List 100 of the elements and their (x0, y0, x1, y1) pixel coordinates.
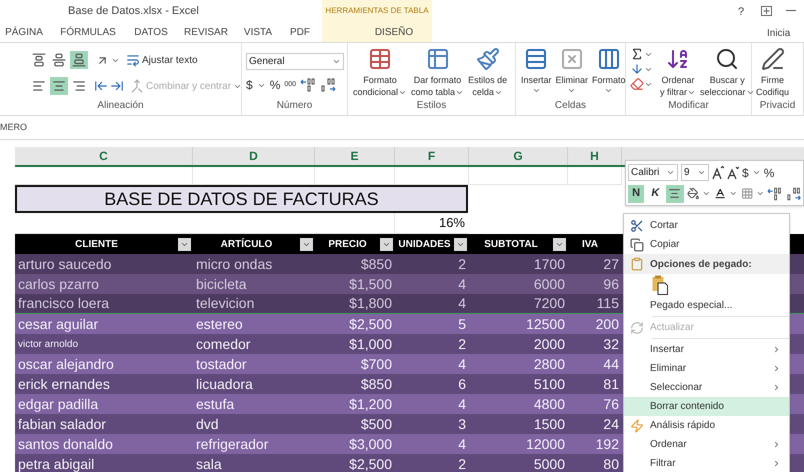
ribbon-tab[interactable]: REVISAR (177, 22, 235, 42)
table-cell-text: 4800 (534, 394, 565, 414)
ribbon-button-label[interactable]: condicional (353, 86, 398, 98)
table-cell-text: sala (196, 454, 222, 472)
center-align-button[interactable] (666, 184, 684, 202)
column-header[interactable]: C (15, 147, 193, 165)
table-icon (368, 47, 392, 71)
percent-button[interactable]: % (764, 164, 774, 182)
menu-item[interactable]: Seleccionar (624, 378, 789, 397)
ribbon-button-label[interactable]: Eliminar (556, 74, 588, 86)
ribbon-display-icon[interactable] (761, 6, 772, 16)
filter-dropdown-icon[interactable] (380, 238, 393, 250)
ribbon-button-label[interactable]: Buscar y (710, 74, 745, 86)
ribbon-button-label[interactable]: celda (472, 86, 494, 98)
ribbon-button-label[interactable]: Estilos de (468, 74, 508, 86)
increase-indent-icon[interactable] (110, 79, 124, 93)
menu-item[interactable]: Ordenar (624, 435, 789, 454)
table-cell-text: erick ernandes (18, 374, 110, 394)
column-header[interactable]: G (469, 147, 568, 165)
ribbon-button-label[interactable]: Codifiqu (756, 86, 790, 98)
column-header[interactable]: D (193, 147, 315, 165)
table-cell-text: 6000 (534, 274, 565, 294)
currency-button[interactable]: $ (742, 164, 749, 182)
ribbon-tab[interactable]: VISTA (235, 22, 281, 42)
name-box[interactable]: MERO (0, 120, 27, 134)
ribbon-tab[interactable]: PÁGINA (0, 22, 51, 42)
wrap-text-icon[interactable] (126, 53, 140, 67)
font-color-icon[interactable] (714, 187, 726, 200)
table-cell-text: 3 (458, 414, 466, 434)
fill-color-icon[interactable] (686, 187, 699, 200)
sum-icon[interactable] (630, 47, 644, 61)
grow-font-icon[interactable] (712, 166, 724, 180)
menu-item[interactable]: Copiar (624, 235, 789, 254)
currency-button[interactable]: $ (246, 76, 253, 94)
font-size-field[interactable]: 9 (681, 164, 709, 181)
ribbon-button-label[interactable]: seleccionar (700, 86, 746, 98)
table-cell-text: 1700 (534, 254, 565, 274)
column-header[interactable]: F (395, 147, 469, 165)
help-button[interactable]: ? (738, 4, 744, 20)
table-cell-text: bicicleta (196, 274, 247, 294)
table-column-header: ARTÍCULO (220, 237, 274, 252)
table-cell-text: 2 (458, 254, 466, 274)
font-name-field[interactable]: Calibri (628, 164, 678, 181)
ribbon-tab[interactable]: DISEÑO (339, 22, 449, 42)
number-format-dropdown[interactable]: General (246, 53, 344, 70)
italic-button[interactable]: K (647, 184, 664, 202)
shrink-font-icon[interactable] (727, 166, 739, 180)
filter-dropdown-icon[interactable] (300, 238, 313, 250)
vertical-align-button[interactable] (30, 51, 48, 69)
table-cell-text: petra abigail (18, 454, 94, 472)
menu-item[interactable]: Análisis rápido (624, 416, 789, 435)
fill-down-icon[interactable] (630, 62, 644, 76)
ribbon-button-label[interactable]: Dar formato (414, 74, 462, 86)
account-link[interactable]: Inicia (767, 26, 790, 41)
decrease-indent-icon[interactable] (94, 79, 108, 93)
vertical-align-button[interactable] (50, 51, 68, 69)
table-cell-text: 96 (603, 274, 619, 294)
vertical-align-button[interactable] (70, 51, 88, 69)
ribbon-button-label[interactable]: como tabla (411, 86, 456, 98)
decrease-decimal-icon[interactable] (320, 78, 336, 92)
decrease-decimal-icon[interactable] (786, 186, 801, 200)
ribbon-tab[interactable]: FÓRMULAS (51, 22, 125, 42)
sort-icon (666, 47, 690, 71)
window-title: Base de Datos.xlsx - Excel (68, 4, 199, 19)
table-cell-text: 5 (458, 314, 466, 334)
menu-item[interactable]: Borrar contenido (624, 397, 789, 416)
ribbon-button-label[interactable]: y filtrar (660, 86, 687, 98)
table-cell-text: $1,000 (349, 334, 392, 354)
ribbon-button-label[interactable]: Formato (363, 74, 397, 86)
caret-icon (697, 168, 706, 177)
ribbon-tab[interactable]: PDF (281, 22, 319, 42)
borders-icon[interactable] (740, 187, 753, 200)
horizontal-align-button[interactable] (50, 77, 68, 95)
menu-item[interactable]: Filtrar (624, 454, 789, 472)
increase-decimal-icon[interactable] (767, 186, 783, 200)
ribbon-button-label[interactable]: Firme (761, 74, 784, 86)
eraser-icon[interactable] (630, 77, 644, 91)
group-label: Estilos (416, 99, 446, 113)
wrap-text-button[interactable]: Ajustar texto (142, 51, 198, 69)
minimize-icon[interactable] (786, 10, 796, 12)
filter-dropdown-icon[interactable] (454, 238, 467, 250)
filter-dropdown-icon[interactable] (553, 238, 566, 250)
bold-button[interactable]: N (628, 184, 644, 202)
increase-decimal-icon[interactable] (300, 78, 316, 92)
column-header[interactable]: H (568, 147, 622, 165)
ribbon-button-label[interactable]: Formato (592, 74, 626, 86)
menu-item[interactable]: Cortar (624, 216, 789, 235)
table-cell-text: comedor (196, 334, 250, 354)
ribbon-button-label[interactable]: Insertar (521, 74, 552, 86)
paste-icon[interactable] (652, 275, 668, 295)
table-cell-text: estereo (196, 314, 243, 334)
table-cell-text: 4 (458, 434, 466, 454)
caret-icon (532, 86, 541, 95)
ribbon-button-label[interactable]: Ordenar (661, 74, 695, 86)
filter-dropdown-icon[interactable] (178, 238, 191, 250)
pen-icon[interactable] (760, 47, 785, 71)
percent-button[interactable]: % (270, 76, 280, 94)
column-header[interactable]: E (315, 147, 395, 165)
menu-item[interactable]: Pegado especial... (624, 296, 789, 315)
ribbon-tab[interactable]: DATOS (125, 22, 177, 42)
